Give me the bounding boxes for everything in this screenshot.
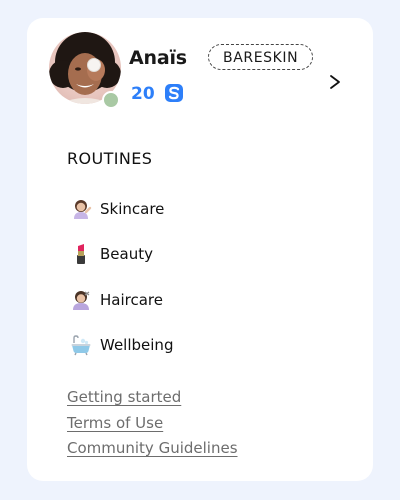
- routine-label: Haircare: [100, 290, 163, 309]
- woman-tipping-hand-emoji-icon: [74, 199, 92, 219]
- profile-menu-card: Anaïs BARESKIN 20 ROUTINES Skincare Beau…: [27, 18, 373, 481]
- routine-item-wellbeing[interactable]: Wellbeing: [67, 323, 327, 369]
- community-guidelines-link[interactable]: Community Guidelines: [67, 439, 238, 465]
- terms-of-use-link[interactable]: Terms of Use: [67, 414, 238, 440]
- routine-item-haircare[interactable]: Haircare: [67, 277, 327, 323]
- routines-list: Skincare Beauty Haircare Wellbeing: [67, 186, 327, 368]
- profile-name: Anaïs: [129, 47, 187, 69]
- chevron-right-icon[interactable]: [328, 74, 342, 90]
- footer-links: Getting started Terms of Use Community G…: [67, 388, 238, 465]
- routine-item-beauty[interactable]: Beauty: [67, 232, 327, 278]
- skin-type-badge: BARESKIN: [208, 44, 314, 70]
- person-getting-haircut-emoji-icon: [73, 290, 90, 310]
- routine-label: Wellbeing: [100, 336, 174, 355]
- bathtub-emoji-icon: [71, 335, 91, 356]
- routine-item-skincare[interactable]: Skincare: [67, 186, 327, 232]
- getting-started-link[interactable]: Getting started: [67, 388, 238, 414]
- lipstick-emoji-icon: [77, 244, 85, 265]
- routine-label: Skincare: [100, 199, 165, 218]
- profile-header[interactable]: Anaïs BARESKIN 20: [49, 32, 349, 112]
- online-status-dot: [102, 91, 120, 109]
- points-count: 20: [131, 84, 155, 104]
- routine-label: Beauty: [100, 245, 153, 264]
- routines-heading: ROUTINES: [67, 149, 153, 168]
- avatar-container: [49, 32, 121, 109]
- points-icon: [165, 84, 183, 102]
